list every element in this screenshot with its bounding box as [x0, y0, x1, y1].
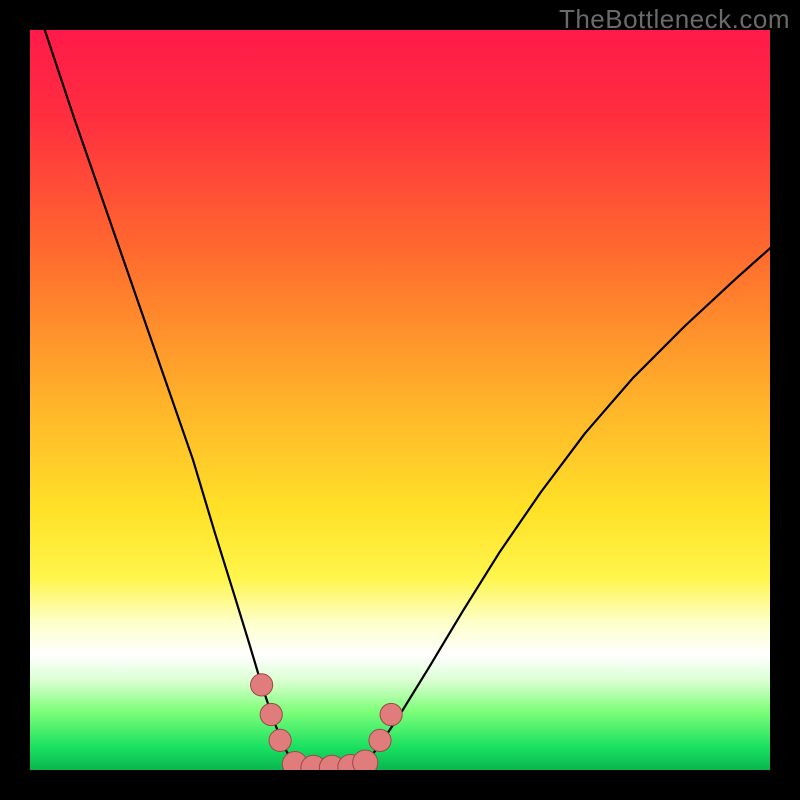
bead-marker	[369, 729, 391, 751]
gradient-background	[30, 30, 770, 770]
bead-marker	[269, 729, 291, 751]
plot-area	[30, 30, 770, 770]
bead-marker	[353, 750, 378, 770]
bottleneck-chart	[30, 30, 770, 770]
bead-marker	[260, 703, 282, 725]
outer-frame: TheBottleneck.com	[0, 0, 800, 800]
bead-marker	[251, 674, 273, 696]
watermark-text: TheBottleneck.com	[559, 4, 790, 35]
bead-marker	[380, 703, 402, 725]
